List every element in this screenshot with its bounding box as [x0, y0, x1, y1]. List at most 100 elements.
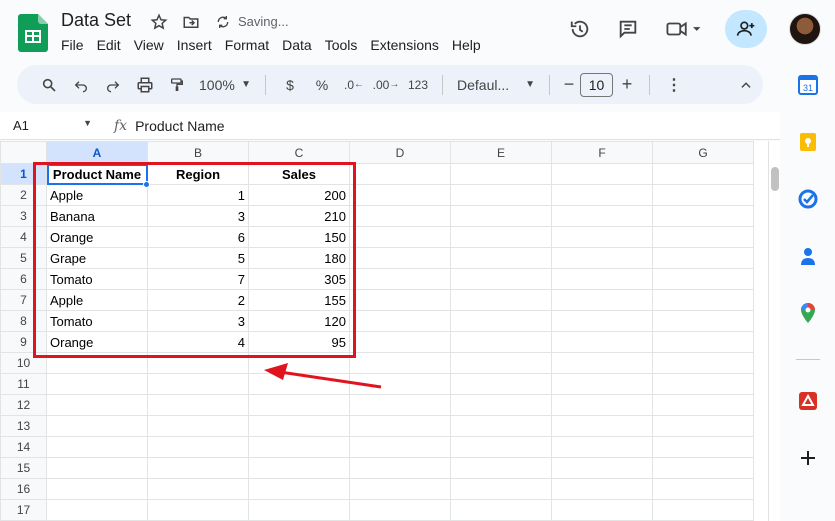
increase-decimal-button[interactable]: .00 →: [370, 71, 402, 99]
cell[interactable]: [551, 373, 653, 395]
cell[interactable]: [248, 478, 350, 500]
cell[interactable]: [248, 415, 350, 437]
row-header[interactable]: 12: [0, 394, 47, 416]
cell[interactable]: [349, 394, 451, 416]
cell[interactable]: [349, 184, 451, 206]
history-icon[interactable]: [567, 16, 593, 42]
row-header[interactable]: 11: [0, 373, 47, 395]
select-all-corner[interactable]: [0, 141, 47, 164]
cell[interactable]: [652, 436, 754, 458]
search-menus-icon[interactable]: [33, 71, 65, 99]
cell[interactable]: [147, 457, 249, 479]
cell[interactable]: [652, 415, 754, 437]
keep-icon[interactable]: [797, 131, 819, 153]
cell[interactable]: [46, 436, 148, 458]
move-folder-icon[interactable]: [180, 11, 202, 33]
cell[interactable]: [450, 184, 552, 206]
cell[interactable]: [652, 184, 754, 206]
undo-icon[interactable]: [65, 71, 97, 99]
cell[interactable]: [652, 457, 754, 479]
cell[interactable]: [349, 310, 451, 332]
currency-format-button[interactable]: $: [274, 71, 306, 99]
zoom-select[interactable]: 100% ▼: [193, 71, 257, 99]
name-box[interactable]: A1 ▼: [0, 118, 100, 133]
row-header[interactable]: 13: [0, 415, 47, 437]
cell[interactable]: [450, 415, 552, 437]
cell[interactable]: [450, 478, 552, 500]
vertical-scrollbar[interactable]: [768, 141, 780, 521]
menu-edit[interactable]: Edit: [97, 37, 134, 53]
cell[interactable]: [349, 289, 451, 311]
cell[interactable]: [147, 394, 249, 416]
contacts-icon[interactable]: [797, 245, 819, 267]
maps-icon[interactable]: [797, 302, 819, 324]
cell[interactable]: [248, 394, 350, 416]
cell[interactable]: [450, 352, 552, 374]
cell[interactable]: [652, 289, 754, 311]
tasks-icon[interactable]: [797, 188, 819, 210]
cell[interactable]: [551, 499, 653, 521]
cell[interactable]: [450, 163, 552, 185]
cell[interactable]: [450, 373, 552, 395]
cell[interactable]: [652, 226, 754, 248]
cell[interactable]: [551, 394, 653, 416]
cell[interactable]: [46, 478, 148, 500]
cell[interactable]: [652, 331, 754, 353]
cell[interactable]: [652, 247, 754, 269]
cell[interactable]: [652, 205, 754, 227]
menu-extensions[interactable]: Extensions: [370, 37, 451, 53]
column-header[interactable]: A: [46, 141, 148, 164]
column-header[interactable]: G: [652, 141, 754, 164]
cell[interactable]: [551, 226, 653, 248]
row-header[interactable]: 14: [0, 436, 47, 458]
cell[interactable]: [147, 436, 249, 458]
redo-icon[interactable]: [97, 71, 129, 99]
cell[interactable]: [551, 289, 653, 311]
decrease-decimal-button[interactable]: .0 ←: [338, 71, 370, 99]
cell[interactable]: [248, 499, 350, 521]
menu-tools[interactable]: Tools: [325, 37, 371, 53]
row-header[interactable]: 16: [0, 478, 47, 500]
cell[interactable]: [450, 394, 552, 416]
cell[interactable]: [652, 373, 754, 395]
cell[interactable]: [551, 415, 653, 437]
cell[interactable]: [248, 457, 350, 479]
cell[interactable]: [450, 499, 552, 521]
formula-input[interactable]: Product Name: [135, 118, 224, 134]
cell[interactable]: [450, 331, 552, 353]
font-size-input[interactable]: 10: [580, 72, 613, 97]
cell[interactable]: [349, 415, 451, 437]
cell[interactable]: [147, 373, 249, 395]
cell[interactable]: [349, 478, 451, 500]
column-header[interactable]: F: [551, 141, 653, 164]
cell[interactable]: [349, 499, 451, 521]
cell[interactable]: [450, 268, 552, 290]
sheets-logo-icon[interactable]: [18, 14, 48, 52]
menu-insert[interactable]: Insert: [177, 37, 225, 53]
cell[interactable]: [349, 268, 451, 290]
more-vert-icon[interactable]: ⋮: [658, 71, 690, 99]
column-header[interactable]: E: [450, 141, 552, 164]
cell[interactable]: [450, 205, 552, 227]
column-header[interactable]: B: [147, 141, 249, 164]
cell[interactable]: [147, 499, 249, 521]
cell[interactable]: [551, 184, 653, 206]
cell[interactable]: [450, 247, 552, 269]
cell[interactable]: [349, 163, 451, 185]
cell[interactable]: [46, 373, 148, 395]
cell[interactable]: [652, 310, 754, 332]
cell[interactable]: [450, 457, 552, 479]
row-header[interactable]: 15: [0, 457, 47, 479]
addon-icon[interactable]: [797, 390, 819, 412]
cell[interactable]: [551, 436, 653, 458]
menu-format[interactable]: Format: [225, 37, 282, 53]
cell[interactable]: [450, 289, 552, 311]
menu-view[interactable]: View: [134, 37, 177, 53]
meet-video-icon[interactable]: [663, 16, 703, 42]
menu-file[interactable]: File: [61, 37, 97, 53]
cell[interactable]: [248, 436, 350, 458]
cell[interactable]: [652, 352, 754, 374]
cell[interactable]: [147, 415, 249, 437]
share-button[interactable]: [725, 10, 767, 48]
calendar-icon[interactable]: 31: [797, 74, 819, 96]
